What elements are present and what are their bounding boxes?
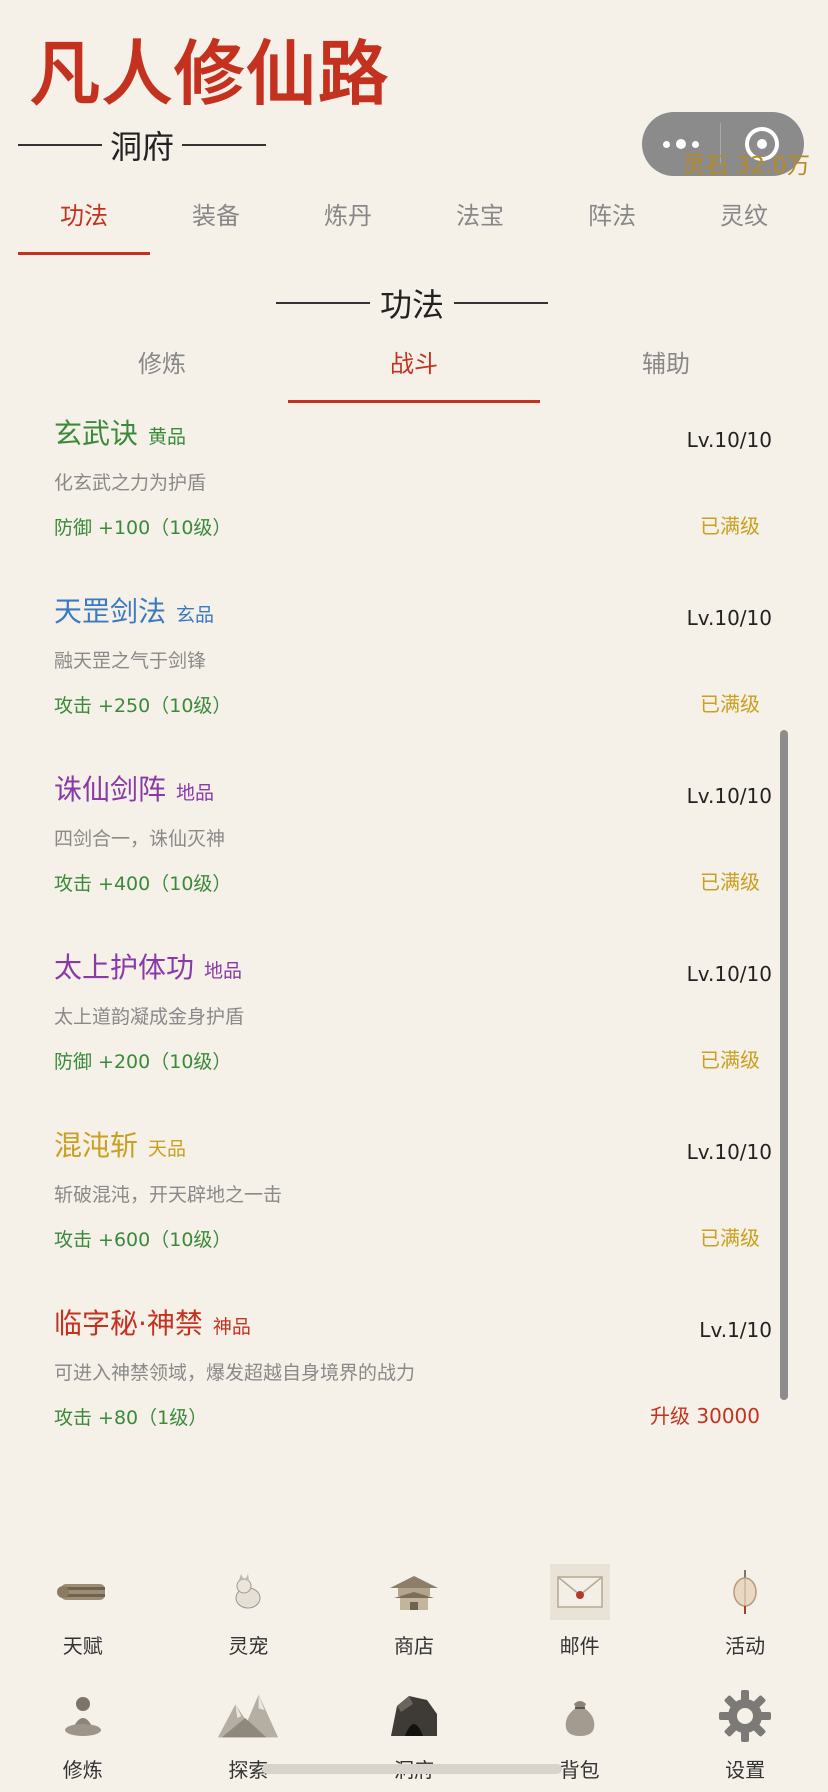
subsection-title: 功法 [276,280,549,326]
skill-effect: 攻击 +250（10级） [54,695,232,717]
section-title-text: 洞府 [110,128,175,166]
skill-status: 已满级 [700,692,760,716]
skill-effect: 防御 +100（10级） [54,517,232,539]
subtab-fuzhu[interactable]: 辅助 [540,344,792,401]
skill-effect: 攻击 +600（10级） [54,1229,232,1251]
scrollbar[interactable] [780,730,788,1400]
tab-zhenfa[interactable]: 阵法 [546,196,678,245]
main-tab-bar: 功法 装备 炼丹 法宝 阵法 灵纹 [18,196,810,255]
skill-item[interactable]: 太上护体功 地品 Lv.10/10 太上道韵凝成金身护盾 防御 +200（10级… [54,946,774,1124]
bottom-nav-row-1: 天赋 灵宠 商店 邮件 活动 [0,1560,828,1659]
skill-item[interactable]: 临字秘·神禁 神品 Lv.1/10 可进入神禁领域，爆发超越自身境界的战力 攻击… [54,1302,774,1480]
app-title: 凡人修仙路 [30,32,390,115]
skill-name: 玄武诀 [54,417,139,450]
tab-fabao[interactable]: 法宝 [414,196,546,245]
nav-label: 设置 [725,1758,766,1782]
skill-level: Lv.1/10 [699,1318,772,1342]
nav-youjian[interactable]: 邮件 [497,1560,663,1659]
nav-lingchong[interactable]: 灵宠 [166,1560,332,1659]
skill-grade: 黄品 [148,426,187,448]
home-indicator[interactable] [262,1764,562,1774]
skill-level: Lv.10/10 [686,784,772,808]
pet-icon [216,1560,280,1624]
skill-status: 已满级 [700,1226,760,1250]
skill-list: 玄武诀 黄品 Lv.10/10 化玄武之力为护盾 防御 +100（10级） 已满… [54,412,774,1480]
skill-name: 混沌斩 [54,1129,139,1162]
skill-effect: 防御 +200（10级） [54,1051,232,1073]
bag-icon [548,1684,612,1748]
skill-description: 融天罡之气于剑锋 [54,650,207,672]
skill-level: Lv.10/10 [686,1140,772,1164]
pavilion-icon [382,1560,446,1624]
skill-item[interactable]: 混沌斩 天品 Lv.10/10 斩破混沌，开天辟地之一击 攻击 +600（10级… [54,1124,774,1302]
nav-shangdian[interactable]: 商店 [331,1560,497,1659]
skill-status: 已满级 [700,514,760,538]
nav-xiulian[interactable]: 修炼 [0,1684,166,1783]
skill-description: 可进入神禁领域，爆发超越自身境界的战力 [54,1362,416,1384]
skill-grade: 神品 [212,1316,251,1338]
skill-grade: 地品 [176,782,215,804]
skill-level: Lv.10/10 [686,428,772,452]
skill-name: 诛仙剑阵 [54,773,167,806]
upgrade-button[interactable]: 升级 30000 [650,1400,760,1429]
scroll-icon [51,1560,115,1624]
nav-huodong[interactable]: 活动 [662,1560,828,1659]
subsection-title-text: 功法 [380,286,445,324]
nav-label: 背包 [559,1758,600,1782]
sub-tab-bar: 修炼 战斗 辅助 [36,344,792,403]
mountain-icon [216,1684,280,1748]
cave-icon [382,1684,446,1748]
skill-item[interactable]: 玄武诀 黄品 Lv.10/10 化玄武之力为护盾 防御 +100（10级） 已满… [54,412,774,590]
nav-label: 商店 [393,1634,434,1658]
subtab-xiulian[interactable]: 修炼 [36,344,288,401]
nav-label: 修炼 [62,1758,103,1782]
skill-effect: 攻击 +400（10级） [54,873,232,895]
tab-zhuangbei[interactable]: 装备 [150,196,282,245]
nav-label: 灵宠 [228,1634,269,1658]
subtab-zhandou[interactable]: 战斗 [288,344,540,403]
nav-tianfu[interactable]: 天赋 [0,1560,166,1659]
skill-status: 已满级 [700,1048,760,1072]
skill-grade: 地品 [204,960,243,982]
nav-label: 天赋 [62,1634,103,1658]
skill-item[interactable]: 诛仙剑阵 地品 Lv.10/10 四剑合一，诛仙灭神 攻击 +400（10级） … [54,768,774,946]
skill-name: 太上护体功 [54,951,195,984]
skill-grade: 玄品 [176,604,215,626]
skill-name: 临字秘·神禁 [54,1307,203,1340]
skill-grade: 天品 [148,1138,187,1160]
spirit-stone-balance: 灵石 32.0万 [682,153,810,179]
skill-description: 化玄武之力为护盾 [54,472,207,494]
mail-icon [548,1560,612,1624]
tab-lingwen[interactable]: 灵纹 [678,196,810,245]
tab-liandan[interactable]: 炼丹 [282,196,414,245]
skill-status: 已满级 [700,870,760,894]
section-title-dongfu: 洞府 [18,122,267,168]
skill-description: 太上道韵凝成金身护盾 [54,1006,245,1028]
tab-gongfa[interactable]: 功法 [18,196,150,255]
skill-description: 四剑合一，诛仙灭神 [54,828,226,850]
meditation-icon [51,1684,115,1748]
skill-description: 斩破混沌，开天辟地之一击 [54,1184,283,1206]
nav-shezhi[interactable]: 设置 [662,1684,828,1783]
skill-level: Lv.10/10 [686,606,772,630]
skill-name: 天罡剑法 [54,595,167,628]
lantern-icon [713,1560,777,1624]
skill-level: Lv.10/10 [686,962,772,986]
skill-item[interactable]: 天罡剑法 玄品 Lv.10/10 融天罡之气于剑锋 攻击 +250（10级） 已… [54,590,774,768]
gear-icon [713,1684,777,1748]
nav-label: 邮件 [559,1634,600,1658]
nav-label: 活动 [725,1634,766,1658]
